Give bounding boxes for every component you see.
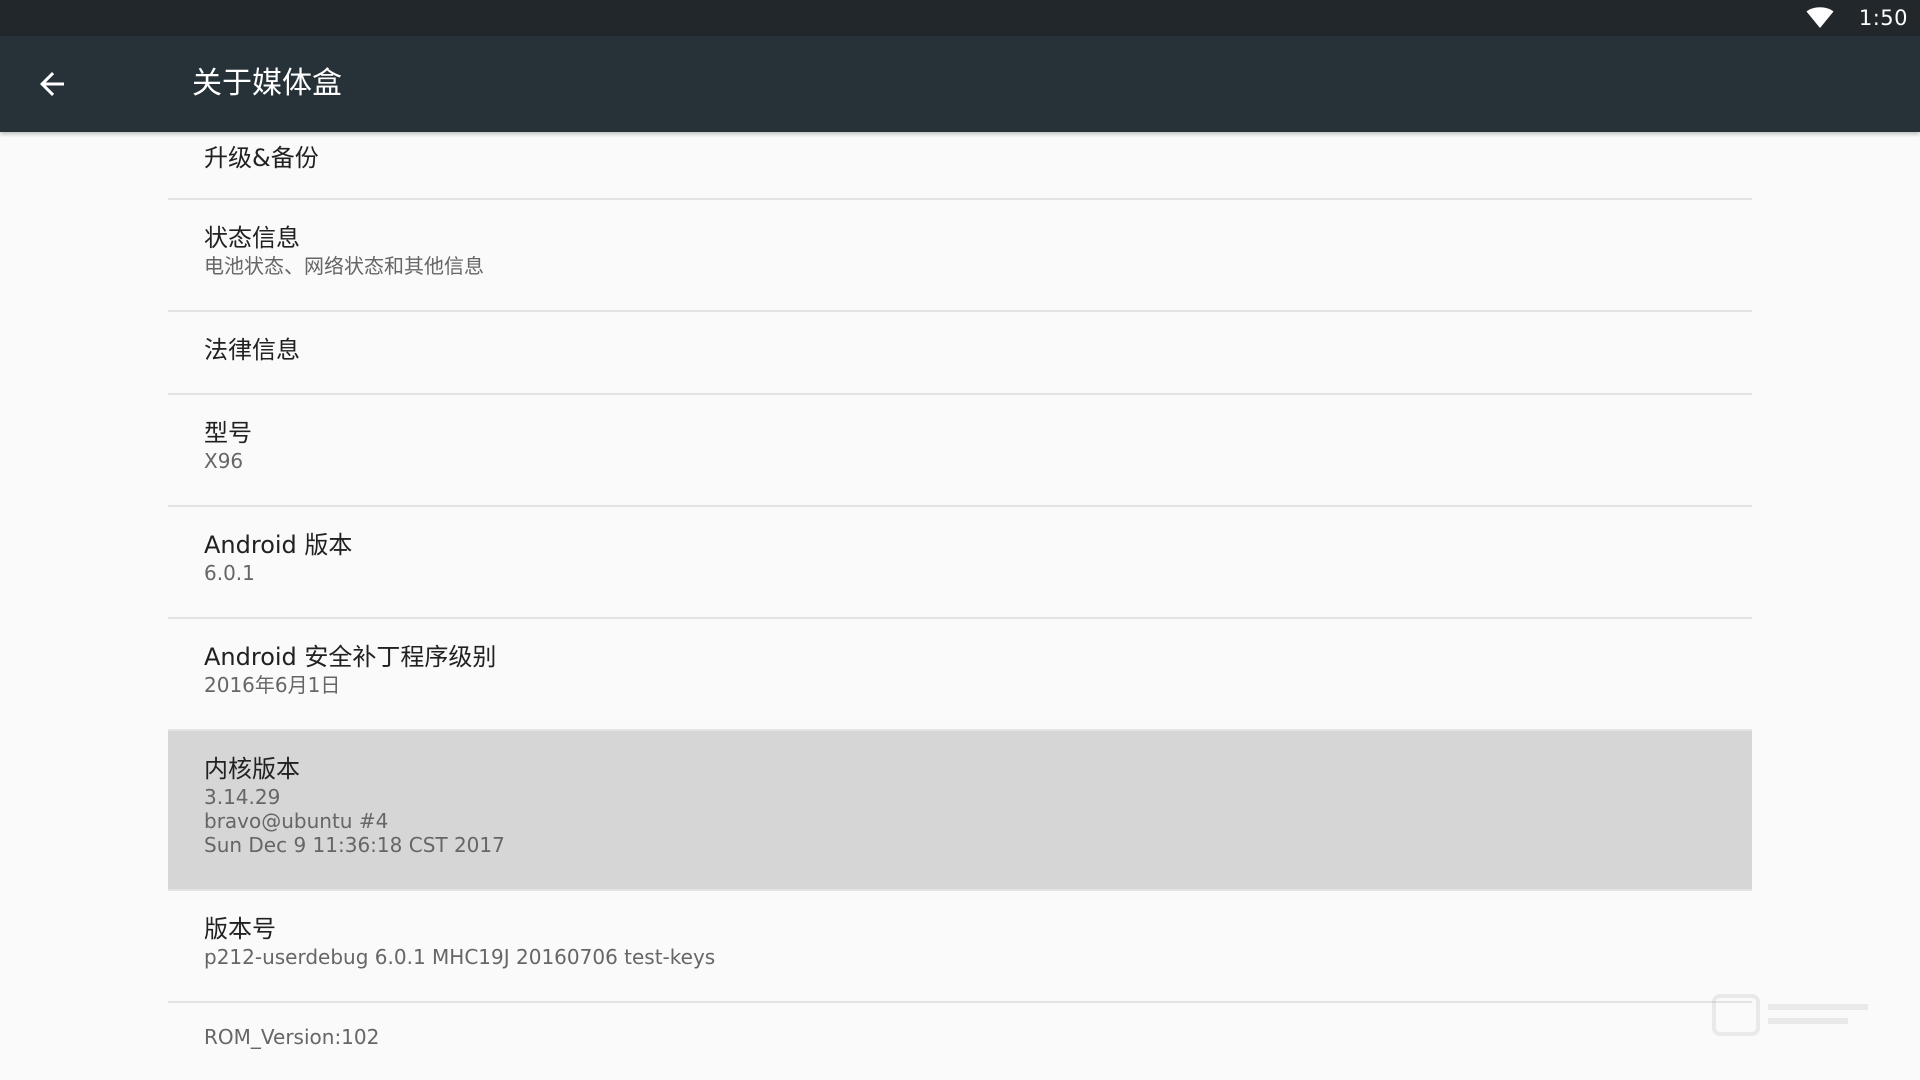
item-summary-line: bravo@ubuntu #4	[204, 809, 389, 833]
item-title: 升级&备份	[204, 144, 319, 172]
item-title: Android 版本	[204, 531, 353, 559]
page-title: 关于媒体盒	[192, 66, 342, 101]
item-summary: 6.0.1	[204, 561, 255, 585]
item-summary: ROM_Version:102	[204, 1025, 380, 1049]
settings-list: 升级&备份 状态信息 电池状态、网络状态和其他信息 法律信息 型号 X96 An…	[168, 132, 1752, 1080]
list-item-legal-info[interactable]: 法律信息	[168, 312, 1752, 395]
app-bar: 关于媒体盒	[0, 36, 1920, 132]
item-summary: p212-userdebug 6.0.1 MHC19J 20160706 tes…	[204, 945, 716, 969]
list-item-kernel-version[interactable]: 内核版本 3.14.29 bravo@ubuntu #4 Sun Dec 9 1…	[168, 731, 1752, 891]
arrow-back-icon[interactable]	[34, 66, 70, 102]
list-item-android-version[interactable]: Android 版本 6.0.1	[168, 507, 1752, 619]
status-clock: 1:50	[1858, 6, 1908, 30]
item-summary-line: 3.14.29	[204, 785, 281, 809]
item-title: 内核版本	[204, 755, 300, 783]
item-summary-line: Sun Dec 9 11:36:18 CST 2017	[204, 833, 505, 857]
status-bar: 1:50	[0, 0, 1920, 36]
item-title: 版本号	[204, 915, 276, 943]
list-item-rom-version[interactable]: ROM_Version:102	[168, 1003, 1752, 1080]
list-item-model[interactable]: 型号 X96	[168, 395, 1752, 507]
item-summary: 电池状态、网络状态和其他信息	[204, 254, 484, 278]
wifi-icon	[1806, 7, 1834, 29]
item-summary: 2016年6月1日	[204, 673, 341, 697]
list-item-security-patch[interactable]: Android 安全补丁程序级别 2016年6月1日	[168, 619, 1752, 731]
item-title: 型号	[204, 419, 252, 447]
list-item-status-info[interactable]: 状态信息 电池状态、网络状态和其他信息	[168, 200, 1752, 312]
list-item-build-number[interactable]: 版本号 p212-userdebug 6.0.1 MHC19J 20160706…	[168, 891, 1752, 1003]
watermark-logo	[1712, 994, 1868, 1036]
item-title: 法律信息	[204, 336, 300, 364]
item-title: 状态信息	[204, 224, 300, 252]
item-summary: X96	[204, 449, 244, 473]
list-item-upgrade-backup[interactable]: 升级&备份	[168, 132, 1752, 200]
item-title: Android 安全补丁程序级别	[204, 643, 497, 671]
